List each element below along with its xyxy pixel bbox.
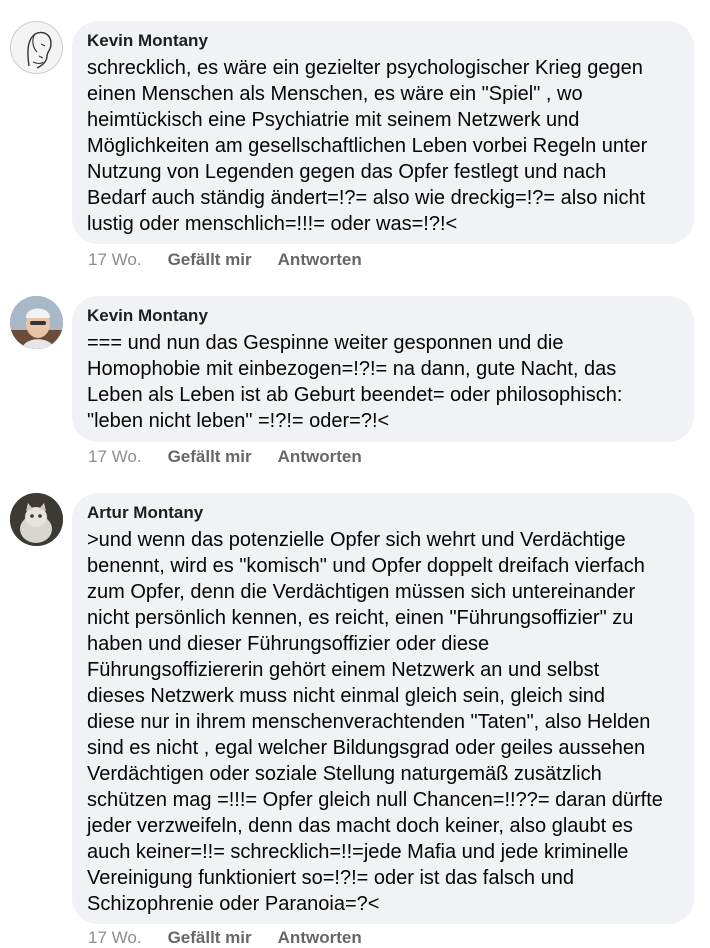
profile-photo-avatar-image (10, 296, 63, 349)
comment-actions: 17 Wo. Gefällt mir Antworten (88, 928, 362, 948)
comment-author[interactable]: Kevin Montany (87, 31, 680, 51)
reply-button[interactable]: Antworten (278, 250, 362, 270)
comment-timestamp[interactable]: 17 Wo. (88, 928, 142, 948)
comment-actions: 17 Wo. Gefällt mir Antworten (88, 447, 362, 467)
avatar[interactable] (10, 21, 63, 74)
avatar[interactable] (10, 493, 63, 546)
comment-bubble: Artur Montany >und wenn das potenzielle … (72, 493, 694, 924)
comment-actions: 17 Wo. Gefällt mir Antworten (88, 250, 362, 270)
comment-bubble: Kevin Montany schrecklich, es wäre ein g… (72, 21, 694, 244)
comment-bubble: Kevin Montany === und nun das Gespinne w… (72, 296, 694, 442)
comment-text: >und wenn das potenzielle Opfer sich weh… (87, 529, 663, 915)
comment-author[interactable]: Kevin Montany (87, 306, 680, 326)
reply-button[interactable]: Antworten (278, 447, 362, 467)
avatar[interactable] (10, 296, 63, 349)
comment-timestamp[interactable]: 17 Wo. (88, 447, 142, 467)
like-button[interactable]: Gefällt mir (168, 447, 252, 467)
comment-text: === und nun das Gespinne weiter gesponne… (87, 332, 623, 432)
cat-photo-avatar-image (10, 493, 63, 546)
comment-author[interactable]: Artur Montany (87, 503, 680, 523)
like-button[interactable]: Gefällt mir (168, 250, 252, 270)
comment-text: schrecklich, es wäre ein gezielter psych… (87, 57, 648, 235)
reply-button[interactable]: Antworten (278, 928, 362, 948)
comment-timestamp[interactable]: 17 Wo. (88, 250, 142, 270)
like-button[interactable]: Gefällt mir (168, 928, 252, 948)
sketch-face-avatar-image (27, 31, 52, 69)
